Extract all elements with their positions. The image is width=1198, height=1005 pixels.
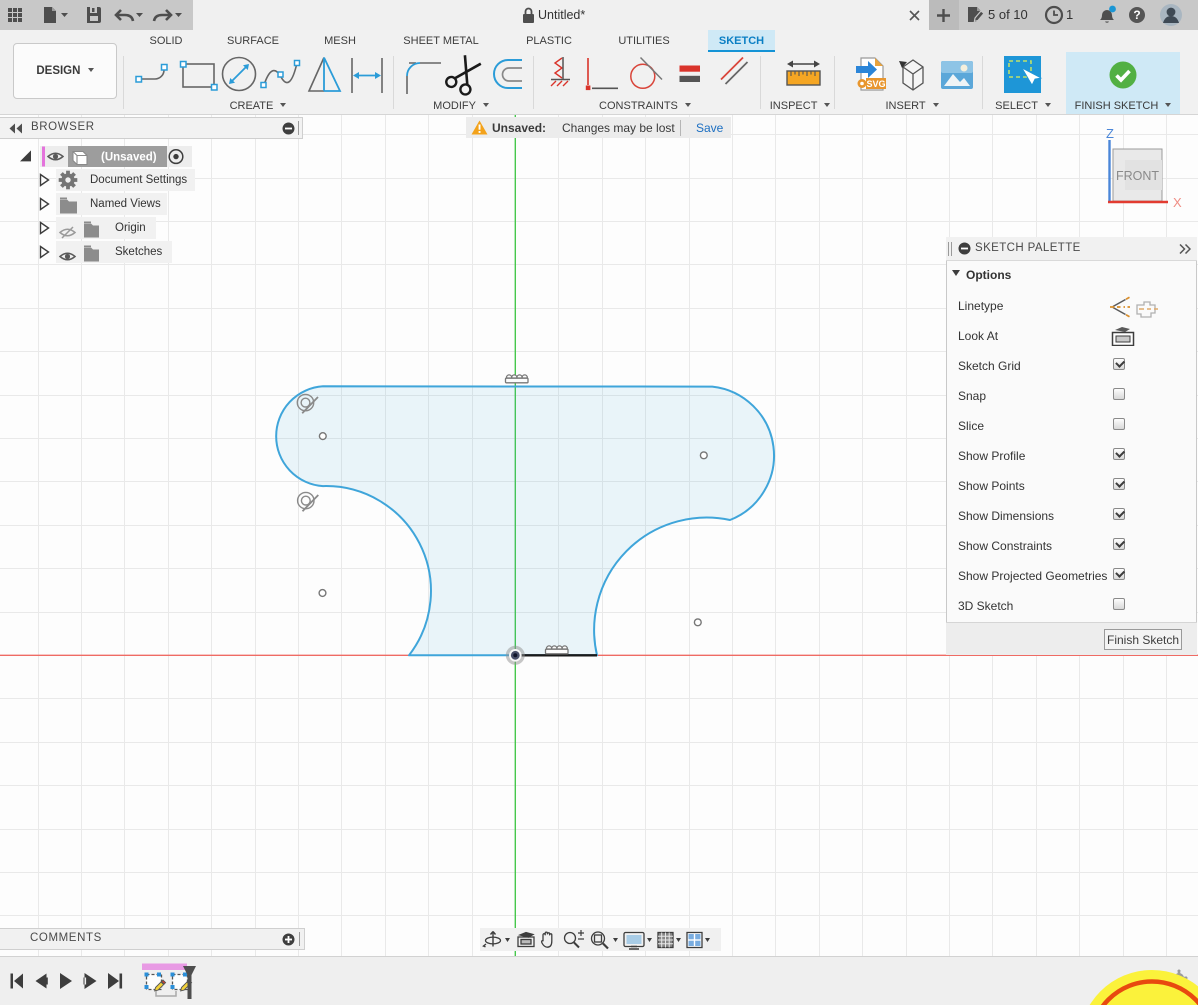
svg-text:(Unsaved): (Unsaved) [101,152,157,164]
svg-text:Z: Z [1106,126,1114,141]
svg-text:?: ? [1133,8,1140,22]
svg-text:SVG: SVG [866,79,885,89]
svg-text:FRONT: FRONT [1116,169,1159,183]
svg-text:X: X [1173,195,1182,210]
